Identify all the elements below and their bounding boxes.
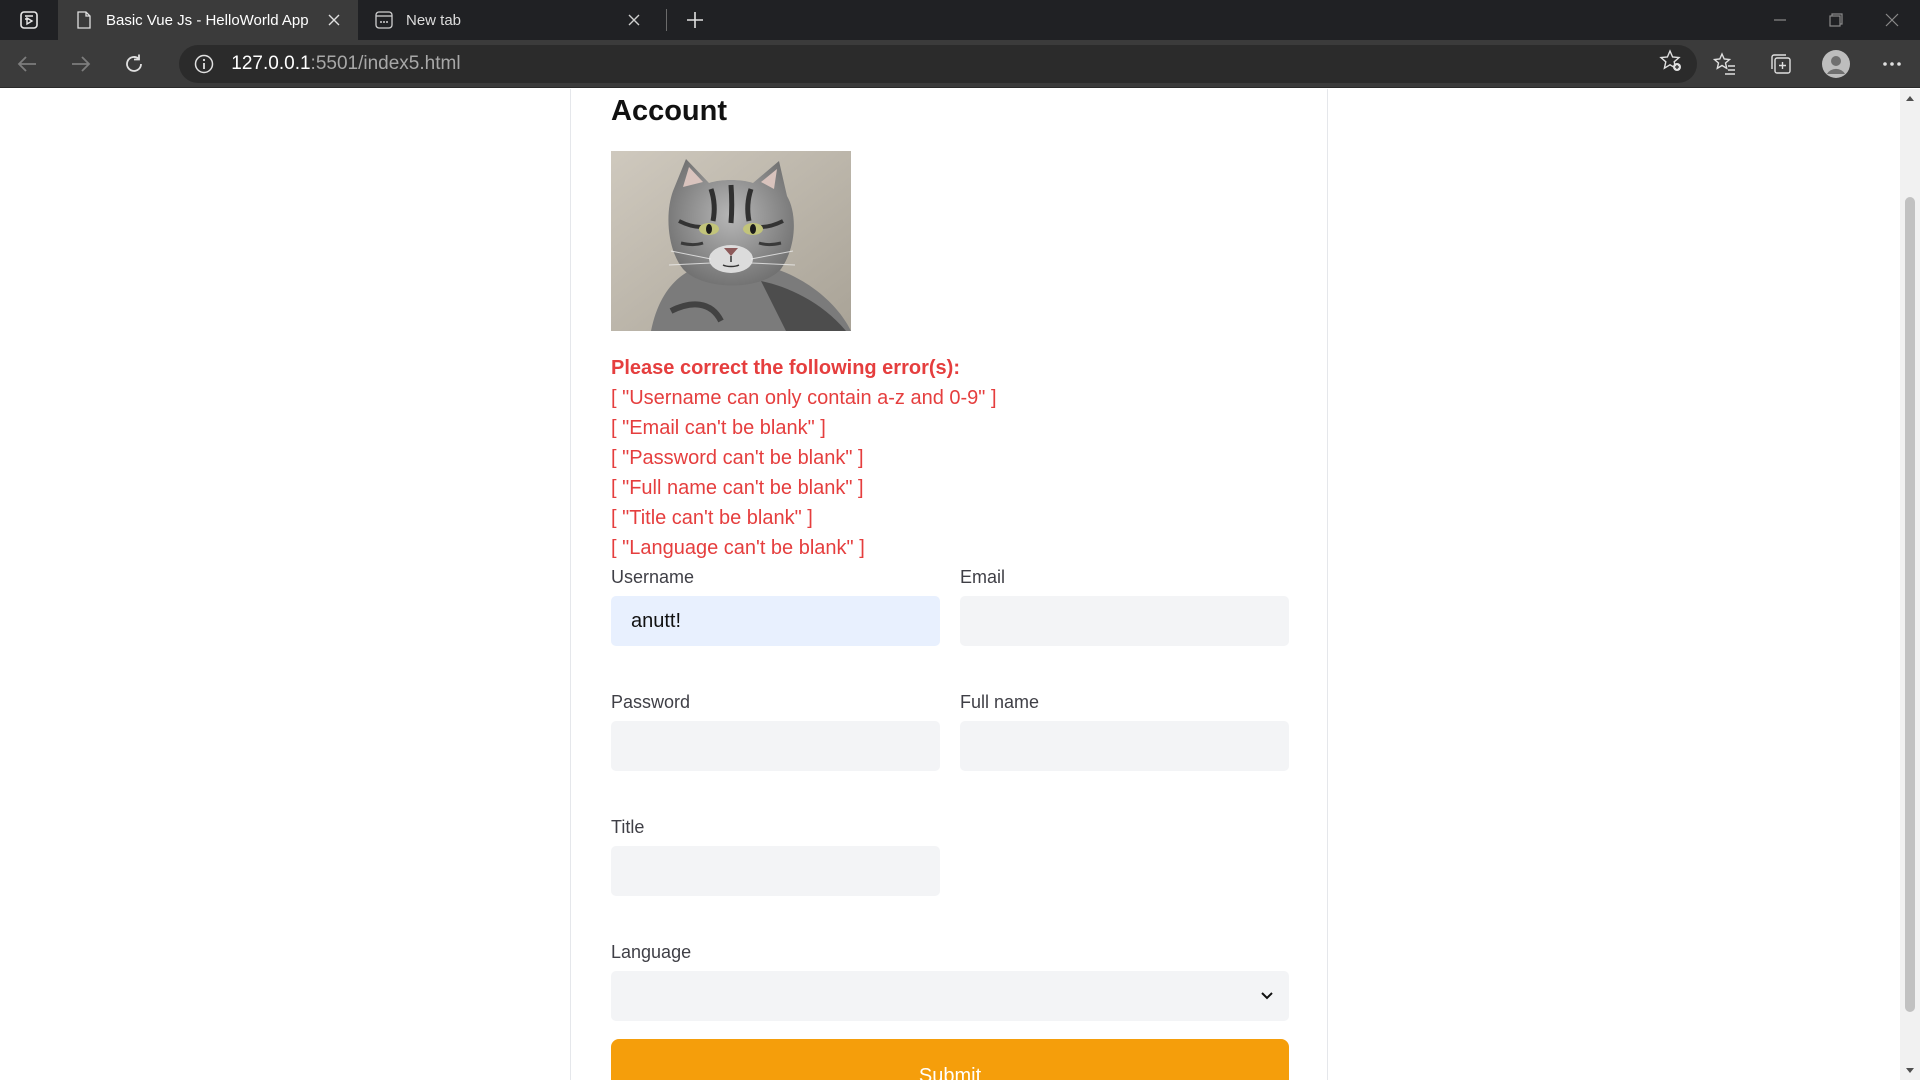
- page-scrollbar[interactable]: [1900, 89, 1920, 1080]
- username-input[interactable]: [611, 596, 940, 646]
- collections-icon: [1770, 53, 1791, 74]
- password-input[interactable]: [611, 721, 940, 771]
- page-icon: [74, 10, 94, 30]
- window-controls: [1752, 0, 1920, 40]
- tab-divider: [666, 9, 667, 31]
- tab-title: New tab: [406, 11, 462, 29]
- error-item: [ "Language can't be blank" ]: [611, 537, 865, 559]
- url-path: :5501/index5.html: [310, 52, 461, 74]
- minimize-button[interactable]: [1752, 0, 1808, 40]
- error-item: [ "Title can't be blank" ]: [611, 507, 813, 529]
- browser-tab-active[interactable]: Basic Vue Js - HelloWorld App: [58, 0, 358, 40]
- info-icon[interactable]: [193, 53, 215, 75]
- scrollbar-thumb[interactable]: [1905, 197, 1915, 1012]
- forward-button[interactable]: [54, 40, 108, 88]
- page-viewport: Account Please correct the following err…: [0, 89, 1900, 1080]
- error-item: [ "Email can't be blank" ]: [611, 417, 826, 439]
- close-window-button[interactable]: [1864, 0, 1920, 40]
- restore-icon: [1829, 13, 1843, 27]
- email-label: Email: [960, 567, 1006, 587]
- tab-actions-button[interactable]: [0, 0, 58, 40]
- avatar-icon: [1822, 49, 1851, 78]
- close-icon[interactable]: [624, 10, 644, 30]
- refresh-icon: [126, 54, 143, 72]
- scroll-up-icon[interactable]: [1900, 89, 1920, 107]
- arrow-right-icon: [71, 55, 90, 72]
- favorites-list-icon: [1712, 51, 1735, 75]
- reload-button[interactable]: [108, 40, 162, 88]
- browser-tab-new[interactable]: New tab: [358, 0, 658, 40]
- plus-icon: [687, 12, 703, 28]
- profile-button[interactable]: [1808, 40, 1864, 88]
- new-tab-page-icon: [374, 10, 394, 30]
- title-input[interactable]: [611, 846, 940, 896]
- error-heading: Please correct the following error(s):: [611, 357, 960, 379]
- new-tab-button[interactable]: [675, 0, 715, 40]
- collections-button[interactable]: [1753, 40, 1809, 88]
- arrow-left-icon: [17, 55, 36, 72]
- submit-button[interactable]: Submit: [611, 1039, 1289, 1080]
- error-list: Please correct the following error(s): […: [611, 353, 997, 563]
- add-favorite-icon[interactable]: [1659, 49, 1683, 78]
- tab-actions-icon: [20, 11, 38, 29]
- tab-title: Basic Vue Js - HelloWorld App: [106, 11, 309, 29]
- url-host: 127.0.0.1: [231, 52, 311, 74]
- browser-tab-bar: Basic Vue Js - HelloWorld App New tab: [0, 0, 1920, 40]
- settings-menu-button[interactable]: [1864, 40, 1920, 88]
- more-icon: [1883, 61, 1901, 66]
- language-select[interactable]: [611, 971, 1289, 1021]
- password-label: Password: [611, 692, 691, 712]
- close-icon[interactable]: [324, 10, 344, 30]
- username-label: Username: [611, 567, 695, 587]
- error-item: [ "Username can only contain a-z and 0-9…: [611, 387, 997, 409]
- email-input[interactable]: [960, 596, 1289, 646]
- restore-button[interactable]: [1808, 0, 1864, 40]
- page-container: Account Please correct the following err…: [570, 89, 1328, 1080]
- error-item: [ "Full name can't be blank" ]: [611, 477, 864, 499]
- language-label: Language: [611, 942, 692, 962]
- scroll-down-icon[interactable]: [1900, 1062, 1920, 1080]
- address-bar[interactable]: 127.0.0.1 :5501/index5.html: [179, 44, 1697, 83]
- full-name-input[interactable]: [960, 721, 1289, 771]
- full-name-label: Full name: [960, 692, 1040, 712]
- cat-avatar-image: [611, 151, 851, 331]
- title-label: Title: [611, 817, 645, 837]
- error-item: [ "Password can't be blank" ]: [611, 447, 864, 469]
- close-icon: [1885, 13, 1899, 27]
- favorites-button[interactable]: [1697, 40, 1753, 88]
- minimize-icon: [1774, 19, 1786, 21]
- back-button[interactable]: [0, 40, 54, 88]
- chevron-down-icon: [1261, 992, 1273, 1000]
- browser-toolbar: 127.0.0.1 :5501/index5.html: [0, 40, 1920, 88]
- page-title: Account: [611, 95, 727, 127]
